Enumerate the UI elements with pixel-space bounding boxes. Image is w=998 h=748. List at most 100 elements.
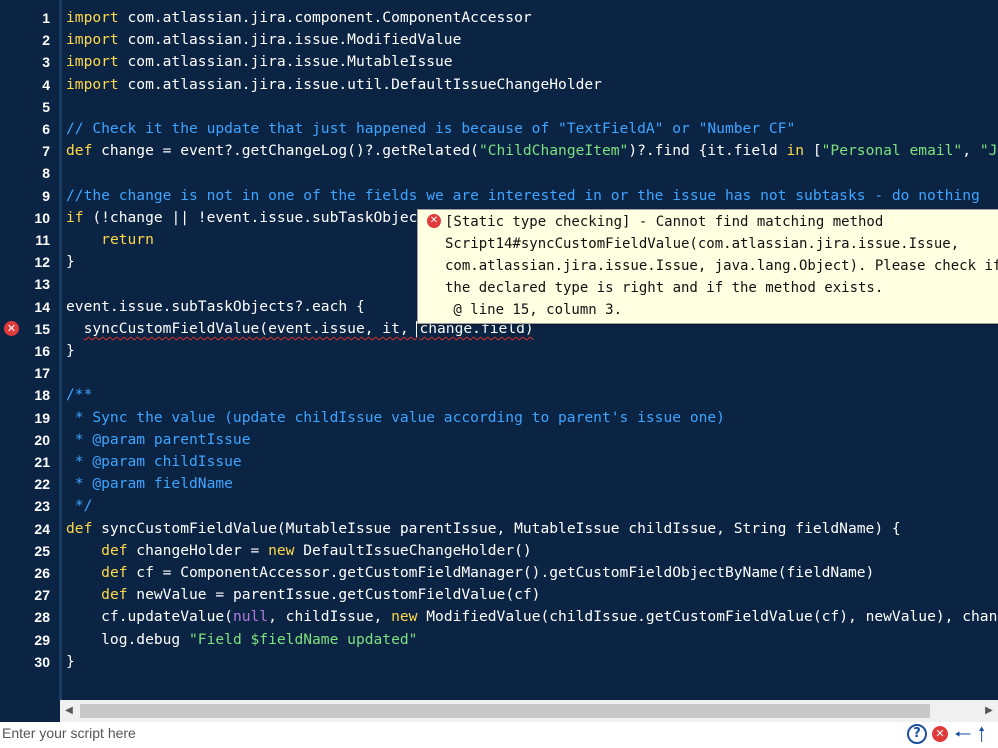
horizontal-scrollbar[interactable]: ◀ ▶ <box>60 700 998 722</box>
code-line: * Sync the value (update childIssue valu… <box>66 407 725 429</box>
code-token: , <box>962 142 980 160</box>
code-line: log.debug "Field $fieldName updated" <box>66 629 417 651</box>
error-tooltip: ✕ [Static type checking] - Cannot find m… <box>417 209 998 324</box>
code-line: def changeHolder = new DefaultIssueChang… <box>66 540 532 562</box>
comment-token: /** <box>66 386 93 404</box>
comment-token: * @param fieldName <box>66 475 233 493</box>
code-token: change = event?.getChangeLog()?.getRelat… <box>92 142 479 160</box>
code-line: //the change is not in one of the fields… <box>66 185 980 207</box>
keyword-token: if <box>66 208 84 226</box>
tooltip-line: the declared type is right and if the me… <box>445 280 884 296</box>
line-number: 15 <box>34 320 50 337</box>
line-number: 29 <box>34 631 50 648</box>
script-placeholder: Enter your script here <box>2 725 136 741</box>
code-line: import com.atlassian.jira.component.Comp… <box>66 7 532 29</box>
keyword-token: def <box>101 586 128 604</box>
code-line: import com.atlassian.jira.issue.Modified… <box>66 29 461 51</box>
line-number: 3 <box>42 54 50 71</box>
code-token: com.atlassian.jira.component.ComponentAc… <box>118 9 532 26</box>
code-token: com.atlassian.jira.issue.MutableIssue <box>118 53 453 71</box>
code-line: import com.atlassian.jira.issue.MutableI… <box>66 51 453 73</box>
tooltip-line: com.atlassian.jira.issue.Issue, java.lan… <box>445 258 998 274</box>
error-icon: ✕ <box>427 214 441 228</box>
line-number: 13 <box>34 276 50 293</box>
script-editor[interactable]: ✕ 1 2 3 4 5 6 7 8 9 10 11 12 13 14 15 16 17 18 19 20 21 22 23 2… <box>0 0 998 723</box>
line-number: 30 <box>34 653 50 670</box>
code-line: import com.atlassian.jira.issue.util.Def… <box>66 74 602 96</box>
code-token: (!change || !event.issue.subTaskObjec <box>83 208 418 226</box>
line-number: 10 <box>34 209 50 226</box>
code-line: // Check it the update that just happene… <box>66 118 795 140</box>
line-number: 8 <box>42 165 50 182</box>
status-bar: Enter your script here ? ✕ 🠐 🠑 <box>0 722 998 748</box>
error-status-icon[interactable]: ✕ <box>932 726 948 742</box>
code-token: )?.find {it.field <box>628 142 787 160</box>
code-token: } <box>66 253 75 271</box>
line-number-gutter: ✕ 1 2 3 4 5 6 7 8 9 10 11 12 13 14 15 16 17 18 19 20 21 22 23 2… <box>0 0 62 700</box>
line-number: 28 <box>34 609 50 626</box>
line-number: 4 <box>42 76 50 93</box>
line-number: 5 <box>42 98 50 115</box>
string-token: "J <box>979 142 998 160</box>
code-line: cf.updateValue(null, childIssue, new Mod… <box>66 606 997 628</box>
comment-token: */ <box>66 497 93 515</box>
keyword-token: new <box>391 608 418 626</box>
code-line: def syncCustomFieldValue(MutableIssue pa… <box>66 518 901 540</box>
scroll-left-arrow-icon[interactable]: ◀ <box>60 700 78 722</box>
keyword-token: def <box>66 142 93 160</box>
line-number: 19 <box>34 409 50 426</box>
keyword-token: import <box>66 31 119 49</box>
help-icon[interactable]: ? <box>907 724 927 744</box>
up-arrow-icon[interactable]: 🠑 <box>978 724 998 744</box>
scrollbar-thumb[interactable] <box>80 704 930 718</box>
line-number: 12 <box>34 254 50 271</box>
tooltip-line: [Static type checking] - Cannot find mat… <box>445 214 884 230</box>
keyword-token: def <box>66 519 93 537</box>
code-line: def cf = ComponentAccessor.getCustomFiel… <box>66 562 874 584</box>
back-arrow-icon[interactable]: 🠐 <box>954 724 974 744</box>
keyword-token: import <box>66 75 119 93</box>
line-number: 21 <box>34 454 50 470</box>
comment-token: * Sync the value (update childIssue valu… <box>66 408 725 426</box>
code-token: ModifiedValue(childIssue.getCustomFieldV… <box>417 608 998 626</box>
keyword-token: def <box>101 541 128 559</box>
code-line: } <box>66 651 75 673</box>
code-line: * @param parentIssue <box>66 429 251 451</box>
line-number: 1 <box>42 10 50 26</box>
line-number: 7 <box>42 143 50 160</box>
code-token: log.debug <box>66 630 190 648</box>
comment-token: //the change is not in one of the fields… <box>66 186 980 204</box>
code-token: syncCustomFieldValue(MutableIssue parent… <box>92 519 901 537</box>
keyword-token: new <box>268 541 295 559</box>
line-number: 24 <box>34 520 50 537</box>
string-token: "ChildChangeItem" <box>478 142 629 160</box>
keyword-token: def <box>101 564 128 581</box>
code-line: } <box>66 340 75 362</box>
null-token: null <box>232 608 269 626</box>
code-token: changeHolder = <box>127 541 269 559</box>
line-number: 14 <box>34 298 50 315</box>
keyword-token: import <box>66 9 119 26</box>
code-token: [ <box>804 142 822 160</box>
line-number: 11 <box>35 232 50 248</box>
code-line: def newValue = parentIssue.getCustomFiel… <box>66 584 540 606</box>
comment-token: // Check it the update that just happene… <box>66 120 796 137</box>
comment-token: * @param parentIssue <box>66 430 251 448</box>
line-number: 25 <box>34 542 50 559</box>
code-line: event.issue.subTaskObjects?.each { <box>66 296 365 318</box>
line-number: 22 <box>34 476 50 493</box>
line-number: 16 <box>34 343 50 359</box>
code-area[interactable]: import com.atlassian.jira.component.Comp… <box>66 0 998 700</box>
code-token: cf = ComponentAccessor.getCustomFieldMan… <box>127 564 875 581</box>
code-line: */ <box>66 495 93 517</box>
scroll-right-arrow-icon[interactable]: ▶ <box>980 700 998 722</box>
line-number: 27 <box>34 587 50 604</box>
tooltip-line: @ line 15, column 3. <box>445 302 623 318</box>
code-line: def change = event?.getChangeLog()?.getR… <box>66 140 997 162</box>
string-token: "Field $fieldName updated" <box>189 630 418 648</box>
code-token: com.atlassian.jira.issue.ModifiedValue <box>118 31 462 49</box>
